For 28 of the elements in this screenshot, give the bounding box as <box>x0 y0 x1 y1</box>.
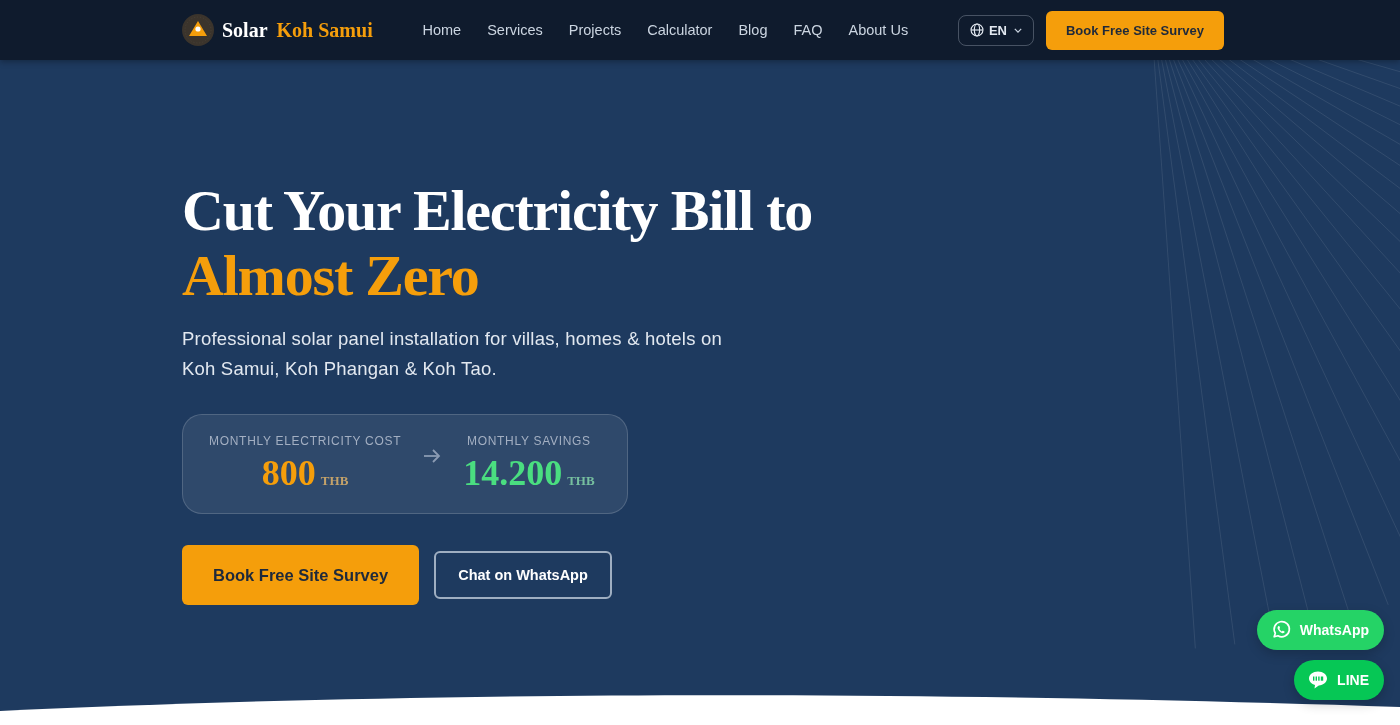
chat-whatsapp-button[interactable]: Chat on WhatsApp <box>434 551 612 599</box>
nav-link[interactable]: Blog <box>738 22 768 38</box>
globe-icon <box>969 23 984 37</box>
brand-name-highlight: Koh Samui <box>276 20 373 40</box>
book-survey-button[interactable]: Book Free Site Survey <box>182 545 420 605</box>
stat-value: 800 <box>261 453 316 493</box>
logo-icon <box>182 14 214 46</box>
nav-link[interactable]: About Us <box>848 22 909 38</box>
language-selector[interactable]: EN <box>957 14 1034 46</box>
nav-link[interactable]: FAQ <box>793 22 823 38</box>
book-survey-button[interactable]: Book Free Site Survey <box>1046 10 1224 50</box>
chevron-down-icon <box>1014 27 1022 33</box>
stat-unit: THB <box>567 473 595 489</box>
nav-link[interactable]: Home <box>422 22 462 38</box>
speech-bubble-icon <box>1308 670 1329 690</box>
nav-link[interactable]: Services <box>487 22 543 38</box>
stat-unit: THB <box>320 473 349 489</box>
stat-value: 14.200 <box>463 453 563 493</box>
brand-name: Solar <box>222 20 268 40</box>
arrow-right-icon <box>423 449 442 463</box>
nav-link[interactable]: Calculator <box>647 22 713 38</box>
hero-subtitle: Professional solar panel installation for villas, homes & hotels on Koh Samui, Koh Phangan & Koh Tao. <box>182 327 723 381</box>
headline-highlight: Almost Zero <box>182 243 479 308</box>
stat-label: MONTHLY ELECTRICITY COST <box>209 433 402 449</box>
chat-bubble-phone-icon <box>1270 620 1291 640</box>
stat-label: MONTHLY SAVINGS <box>466 433 591 449</box>
nav-link[interactable]: Projects <box>568 22 622 38</box>
headline-text: Cut Your Electricity Bill to <box>182 178 813 243</box>
